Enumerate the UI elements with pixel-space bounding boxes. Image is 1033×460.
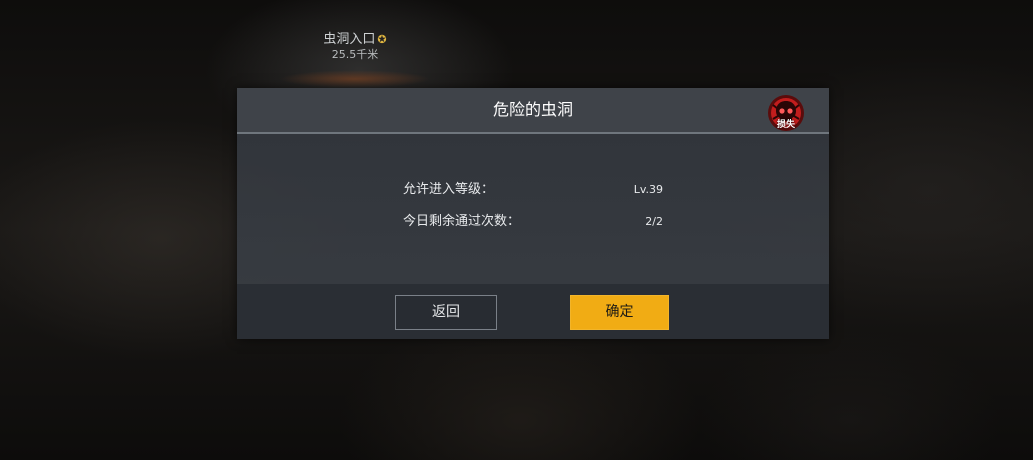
wormhole-dialog: 危险的虫洞 损失 允许进入等级： Lv.39 今日剩余通过次数： 2/2 返回 … [237, 88, 829, 339]
waypoint-name: 虫洞入口 [323, 32, 376, 47]
waypoint-glow [280, 70, 430, 88]
remaining-passes-label: 今日剩余通过次数： [403, 214, 521, 229]
confirm-button[interactable]: 确定 [570, 295, 669, 330]
waypoint-distance: 25.5千米 [331, 48, 379, 61]
dialog-footer: 返回 确定 [237, 284, 829, 339]
remaining-passes-value: 2/2 [645, 215, 663, 228]
space-background: 虫洞入口 ✪ 25.5千米 危险的虫洞 损失 允许进入等级： Lv.39 今日剩… [0, 0, 1033, 460]
entry-level-label: 允许进入等级： [403, 182, 495, 197]
dialog-title: 危险的虫洞 [492, 100, 573, 119]
remaining-passes-row: 今日剩余通过次数： 2/2 [403, 212, 663, 232]
dialog-header: 危险的虫洞 损失 [237, 88, 829, 134]
star-icon: ✪ [377, 33, 387, 46]
dialog-info-area: 允许进入等级： Lv.39 今日剩余通过次数： 2/2 [237, 134, 829, 284]
entry-level-value: Lv.39 [633, 183, 663, 196]
waypoint-marker[interactable]: 虫洞入口 ✪ 25.5千米 [280, 32, 430, 88]
entry-level-row: 允许进入等级： Lv.39 [403, 180, 663, 200]
danger-badge-label: 损失 [776, 120, 795, 130]
back-button[interactable]: 返回 [395, 295, 497, 330]
danger-badge: 损失 [767, 94, 805, 132]
waypoint-name-row: 虫洞入口 ✪ [300, 32, 410, 48]
